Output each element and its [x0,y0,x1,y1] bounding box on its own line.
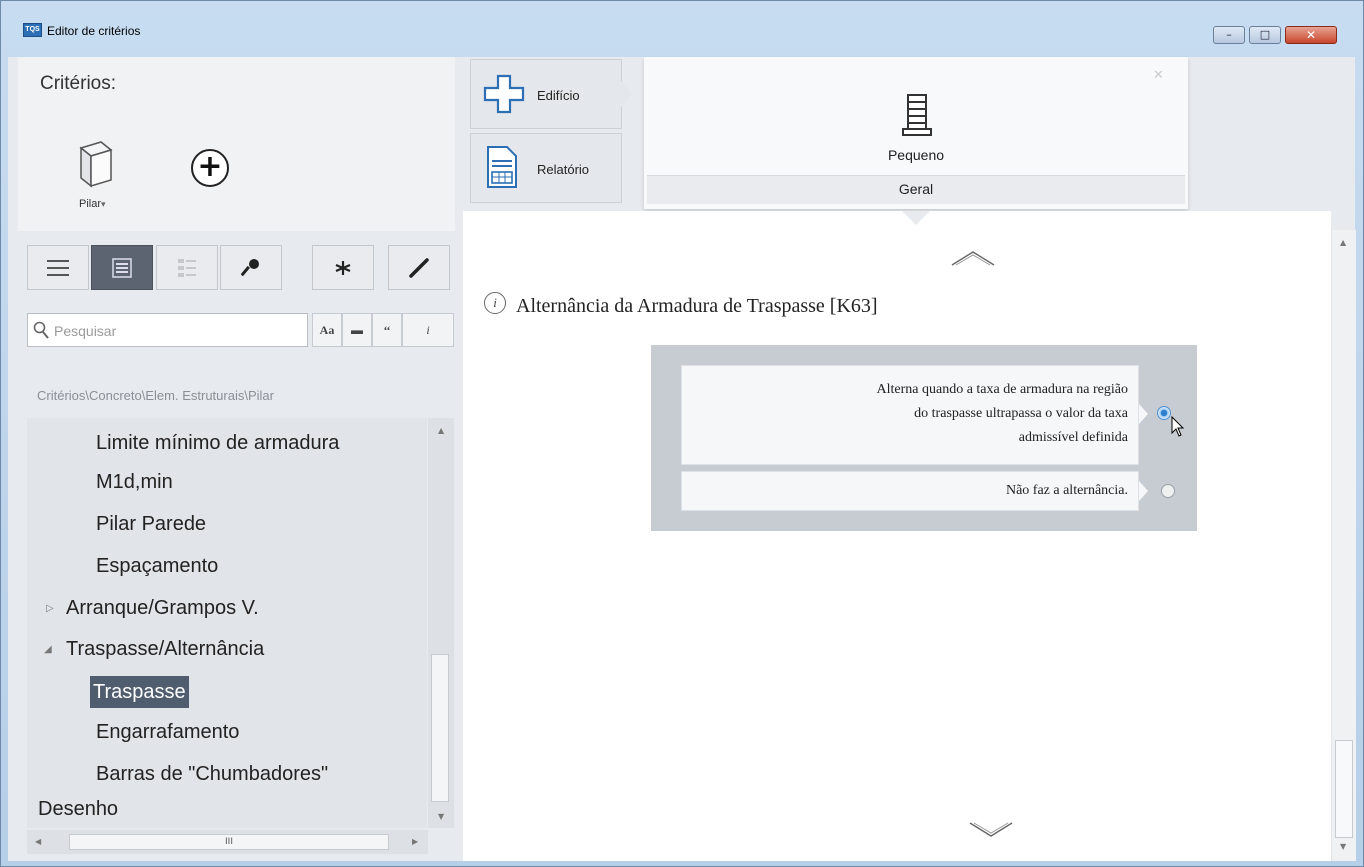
close-icon: ✕ [1305,28,1317,42]
tree-node-limite-minimo[interactable]: Limite mínimo de armadura [96,432,339,455]
option-pointer [1139,404,1148,424]
option-alterna-line-1: Alterna quando a taxa de armadura na reg… [876,382,1129,397]
criteria-tree: Limite mínimo de armadura M1d,min Pilar … [27,418,427,828]
whole-word-button[interactable]: ▬ [342,313,372,347]
maximize-button[interactable]: □ [1249,26,1281,44]
match-case-button[interactable]: Aa [312,313,342,347]
tree-node-traspasse-alternancia[interactable]: Traspasse/Alternância [66,638,264,661]
tree-view-button[interactable] [156,245,218,290]
key-button[interactable] [220,245,282,290]
element-selector-label: Pilar [79,198,102,210]
chevron-down-icon: ▾ [101,199,106,209]
scroll-up-icon[interactable]: ▲ [438,426,444,435]
minimize-icon: – [1226,28,1232,41]
tree-node-desenho[interactable]: Desenho [38,798,118,821]
asterisk-icon [335,260,351,275]
option-alterna-line-3: admissível definida [1018,430,1128,445]
key-icon [241,258,259,276]
content-scroll-down-icon[interactable]: ▼ [1340,842,1346,851]
asterisk-button[interactable] [312,245,374,290]
tab-edificio[interactable]: Edifício [470,59,622,129]
maximize-icon: □ [1259,28,1271,41]
plus-icon: + [197,149,223,184]
scroll-left-icon[interactable]: ◀ [35,837,41,846]
tree-node-m1d-min[interactable]: M1d,min [96,471,173,494]
section-title: Alternância da Armadura de Traspasse [K6… [516,295,878,317]
collapse-arrow-icon[interactable]: ◢ [44,644,52,655]
report-icon [487,146,517,188]
list-view-button[interactable] [27,245,89,290]
radio-nao-alterna[interactable] [1161,484,1175,498]
tab-edificio-label: Edifício [537,88,580,103]
tree-node-pilar-parede[interactable]: Pilar Parede [96,513,206,536]
tree-node-espacamento[interactable]: Espaçamento [96,555,218,578]
chevron-up-icon[interactable] [950,248,996,268]
tree-node-traspasse[interactable]: Traspasse [90,676,189,708]
radio-alterna[interactable] [1157,406,1171,420]
tree-hscroll-thumb[interactable]: III [69,834,389,850]
detail-list-view-button[interactable] [91,245,153,290]
tree-vertical-scrollbar[interactable]: ▲ ▼ [428,418,454,828]
option-pointer [1139,481,1148,501]
close-button[interactable]: ✕ [1285,26,1337,44]
small-building-icon [902,94,932,136]
search-icon [33,321,49,339]
tree-scroll-thumb[interactable] [431,654,449,802]
content-scroll-up-icon[interactable]: ▲ [1340,238,1346,247]
pencil-icon [409,257,429,278]
search-box[interactable] [27,313,308,347]
search-info-button[interactable]: i [402,313,454,347]
detail-list-icon [112,257,132,278]
edit-button[interactable] [388,245,450,290]
tab-pointer [620,80,632,108]
scroll-down-icon[interactable]: ▼ [438,812,444,821]
option-nao-alterna-label: Não faz a alternância. [1005,483,1128,498]
ribbon-caret [902,211,930,225]
breadcrumb: Critérios\Concreto\Elem. Estruturais\Pil… [37,388,274,403]
list-icon [47,259,69,276]
element-selector-dropdown[interactable]: Pilar▾ [79,198,106,210]
building-cross-icon [483,74,525,114]
criteria-title: Critérios: [40,73,117,94]
size-label: Pequeno [887,147,945,163]
content-vertical-scrollbar[interactable]: ▲ ▼ [1331,230,1356,861]
mouse-cursor-icon [1171,416,1185,437]
tree-list-icon [178,258,196,277]
scroll-right-icon[interactable]: ▶ [412,837,418,846]
tree-node-barras-chumbadores[interactable]: Barras de "Chumbadores" [96,763,328,786]
tree-node-engarrafamento[interactable]: Engarrafamento [96,721,239,744]
title-bar[interactable]: TQS Editor de critérios – □ ✕ [1,1,1363,44]
app-icon: TQS [23,23,42,37]
size-selector-card[interactable]: Pequeno Geral [644,57,1188,209]
add-criteria-button[interactable]: + [191,149,229,187]
window-title: Editor de critérios [47,24,141,38]
option-alterna-line-2: do traspasse ultrapassa o valor da taxa [914,406,1128,421]
option-nao-alterna[interactable]: Não faz a alternância. [681,471,1139,511]
size-category-band: Geral [647,175,1185,204]
minimize-button[interactable]: – [1213,26,1245,44]
tree-horizontal-scrollbar[interactable]: ◀ III ▶ [27,830,428,854]
content-scroll-thumb[interactable] [1335,740,1353,838]
search-input[interactable] [52,319,306,343]
chevron-down-icon[interactable] [968,820,1014,840]
tab-relatorio-label: Relatório [537,162,590,177]
option-alterna[interactable]: Alterna quando a taxa de armadura na reg… [681,365,1139,465]
expand-arrow-icon[interactable]: ▷ [46,603,54,614]
cube-icon[interactable] [73,140,115,188]
tree-node-arranque-grampos[interactable]: Arranque/Grampos V. [66,597,259,620]
size-close-icon[interactable]: ✕ [1153,68,1164,83]
quote-search-button[interactable]: ‘‘ [372,313,402,347]
info-icon[interactable]: i [484,292,506,314]
tab-relatorio[interactable]: Relatório [470,133,622,203]
